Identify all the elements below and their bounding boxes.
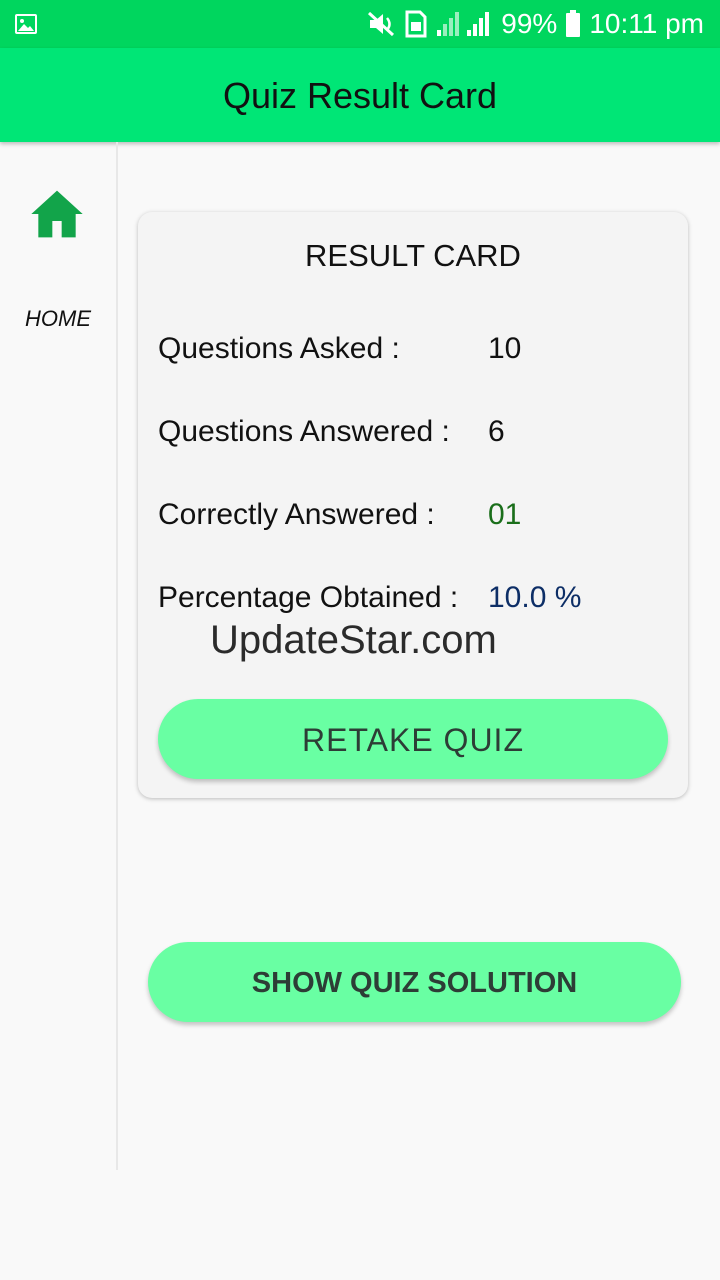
app-bar: Quiz Result Card	[0, 48, 720, 142]
status-bar: 99% 10:11 pm	[0, 0, 720, 48]
correctly-answered-value: 01	[488, 498, 522, 531]
show-quiz-solution-button[interactable]: SHOW QUIZ SOLUTION	[148, 942, 681, 1022]
signal-icon	[437, 12, 490, 36]
clock: 10:11 pm	[589, 8, 704, 39]
battery-icon	[566, 10, 581, 37]
card-title: RESULT CARD	[305, 238, 521, 273]
questions-asked-value: 10	[488, 332, 522, 365]
percentage-obtained-label: Percentage Obtained :	[158, 581, 459, 614]
questions-answered-label: Questions Answered :	[158, 415, 450, 448]
home-icon	[31, 190, 83, 238]
gallery-icon	[15, 14, 37, 34]
correctly-answered-label: Correctly Answered :	[158, 498, 435, 531]
watermark: UpdateStar.com	[210, 618, 497, 662]
sidebar: HOME	[0, 142, 118, 1170]
home-label: HOME	[25, 306, 91, 331]
home-button[interactable]: HOME	[0, 184, 116, 331]
mute-icon	[368, 11, 395, 37]
questions-asked-label: Questions Asked :	[158, 332, 400, 365]
battery-percent: 99%	[501, 8, 558, 39]
sim-icon	[405, 10, 427, 38]
questions-answered-value: 6	[488, 415, 505, 448]
retake-quiz-button[interactable]: RETAKE QUIZ	[158, 699, 668, 779]
percentage-obtained-value: 10.0 %	[488, 581, 582, 614]
result-card: RESULT CARD Questions Asked : 10 Questio…	[138, 212, 688, 798]
app-title: Quiz Result Card	[222, 75, 498, 116]
